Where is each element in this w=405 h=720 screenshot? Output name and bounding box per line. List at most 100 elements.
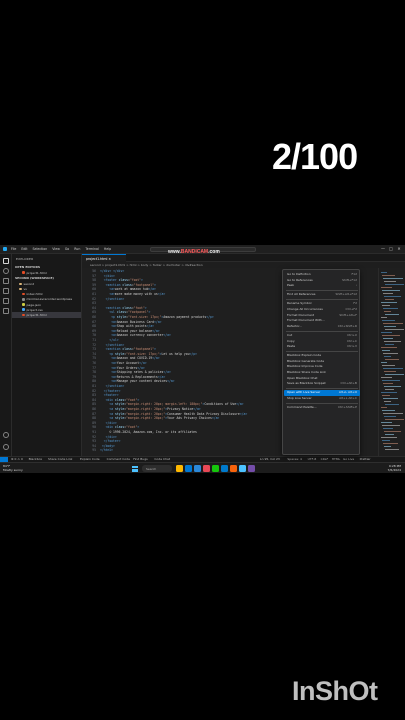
code-text: <a style="margin-right: 20px;">Your Ads … bbox=[109, 416, 220, 421]
code-text: <a>Your Account</a> bbox=[111, 361, 147, 365]
windows-start-icon[interactable] bbox=[132, 465, 138, 472]
code-text: <section class="footpanel"> bbox=[105, 347, 156, 352]
taskbar-app-icon[interactable] bbox=[203, 465, 210, 472]
minimap-line bbox=[381, 347, 397, 348]
context-item-find-all-references[interactable]: Find All References Shift+Alt+F12 bbox=[284, 292, 360, 298]
taskbar-app-icon[interactable] bbox=[194, 465, 201, 472]
activity-bar bbox=[0, 254, 12, 456]
video-counter: 2/100 bbox=[272, 136, 358, 177]
menu-help[interactable]: Help bbox=[104, 245, 111, 254]
minimap-line bbox=[385, 299, 394, 300]
menu-selection[interactable]: Selection bbox=[33, 245, 48, 254]
code-text: </body> bbox=[101, 443, 115, 448]
minimap-line bbox=[382, 425, 400, 426]
menu-file[interactable]: File bbox=[11, 245, 16, 254]
menu-terminal[interactable]: Terminal bbox=[85, 245, 98, 254]
minimap-line bbox=[381, 332, 392, 333]
taskbar-app-icon[interactable] bbox=[248, 465, 255, 472]
account-icon[interactable] bbox=[3, 432, 9, 438]
minimap-line bbox=[384, 371, 396, 372]
minimap-line bbox=[382, 395, 390, 396]
code-text: <ul class="footpanel"> bbox=[109, 310, 151, 315]
code-text: <a>more make money with us</a> bbox=[109, 292, 166, 296]
code-text: </ul> bbox=[109, 338, 119, 342]
minimap-line bbox=[382, 350, 390, 351]
minimap-line bbox=[383, 323, 403, 324]
context-item-label: Peek bbox=[287, 283, 295, 288]
minimap-line bbox=[383, 413, 403, 414]
taskbar-app-icon[interactable] bbox=[212, 465, 219, 472]
file-name: project1.html bbox=[26, 270, 47, 275]
context-item-save-as-blackbox-snippet[interactable]: Save as Blackbox Snippet Ctrl+Alt+B bbox=[284, 381, 360, 387]
code-text: </footer> bbox=[103, 439, 121, 444]
code-text: <a>Amazon currency converter</a> bbox=[111, 333, 171, 338]
code-text: <a>Manage your content devices</a> bbox=[111, 379, 175, 384]
context-item-shortcut: › bbox=[355, 283, 357, 288]
minimap-line bbox=[382, 305, 390, 306]
minimize-button[interactable]: — bbox=[380, 246, 386, 252]
minimap-line bbox=[384, 281, 396, 282]
code-text: <section class="foot"> bbox=[105, 305, 147, 310]
minimap[interactable] bbox=[378, 268, 405, 456]
taskbar-search[interactable]: Search bbox=[142, 465, 172, 472]
taskbar-app-icon[interactable] bbox=[221, 465, 228, 472]
minimap-line bbox=[384, 446, 391, 447]
weather-widget[interactable]: 84°F Mostly sunny bbox=[3, 464, 23, 472]
code-text: <a>Shop with points</a> bbox=[111, 324, 155, 329]
blackbox-icon[interactable] bbox=[3, 308, 9, 314]
extensions-icon[interactable] bbox=[3, 298, 9, 304]
context-item-command-palette[interactable]: Command Palette... Ctrl+Shift+P bbox=[284, 405, 360, 411]
close-button[interactable]: ✕ bbox=[396, 246, 402, 252]
context-item-paste[interactable]: Paste Ctrl+V bbox=[284, 344, 360, 350]
menu-bar: File Edit Selection View Go Run Terminal Help bbox=[11, 245, 116, 254]
menu-go[interactable]: Go bbox=[65, 245, 69, 254]
code-text: </div> </div> bbox=[100, 269, 125, 273]
taskbar-app-icon[interactable] bbox=[176, 465, 183, 472]
explorer-icon[interactable] bbox=[3, 258, 9, 264]
taskbar-app-icon[interactable] bbox=[239, 465, 246, 472]
taskbar-app-icon[interactable] bbox=[230, 465, 237, 472]
menu-view[interactable]: View bbox=[52, 245, 60, 254]
code-text: <footer class="foot"> bbox=[103, 278, 143, 283]
code-text: </div> bbox=[103, 273, 115, 278]
maximize-button[interactable]: □ bbox=[388, 246, 394, 252]
file-item[interactable]: project1.html bbox=[12, 312, 81, 318]
minimap-line bbox=[383, 443, 398, 444]
source-control-icon[interactable] bbox=[3, 278, 9, 284]
code-text: <a>Shipping rates & policies</a> bbox=[111, 370, 171, 375]
minimap-line bbox=[381, 392, 397, 393]
minimap-line bbox=[384, 356, 391, 357]
context-item-peek[interactable]: Peek › bbox=[284, 283, 360, 289]
app-logo-icon bbox=[3, 247, 7, 251]
minimap-line bbox=[382, 275, 395, 276]
code-text: <div class="foot"> bbox=[105, 397, 140, 402]
minimap-line bbox=[385, 344, 394, 345]
explorer-sidebar: EXPLORER OPEN EDITORS project1.html SECO… bbox=[12, 254, 82, 456]
minimap-line bbox=[382, 365, 395, 366]
search-icon[interactable] bbox=[3, 268, 9, 274]
context-item-shortcut: Ctrl+Alt+B bbox=[340, 381, 358, 386]
minimap-line bbox=[383, 398, 398, 399]
menu-run[interactable]: Run bbox=[74, 245, 80, 254]
code-text: </section> bbox=[105, 384, 125, 388]
tab-project1-html[interactable]: project1.html × bbox=[82, 254, 126, 262]
minimap-line bbox=[385, 329, 404, 330]
menu-edit[interactable]: Edit bbox=[21, 245, 27, 254]
menu-separator bbox=[286, 330, 358, 332]
minimap-line bbox=[384, 326, 396, 327]
code-text: </div> bbox=[105, 434, 117, 439]
minimap-line bbox=[385, 449, 399, 450]
minimap-line bbox=[382, 290, 400, 291]
taskbar-clock[interactable]: 9:28 PM 7/6/2024 bbox=[388, 464, 401, 472]
recorder-watermark: www.BANDICAM.com bbox=[168, 249, 220, 255]
minimap-line bbox=[381, 317, 387, 318]
context-item-stop-live-server[interactable]: Stop Live Server Alt+L Alt+C bbox=[284, 396, 360, 402]
context-item-refactor[interactable]: Refactor... Ctrl+Shift+R bbox=[284, 324, 360, 330]
menu-separator bbox=[286, 290, 358, 292]
settings-gear-icon[interactable] bbox=[3, 444, 9, 450]
file-type-icon bbox=[22, 313, 25, 317]
taskbar-app-icon[interactable] bbox=[185, 465, 192, 472]
minimap-line bbox=[384, 401, 391, 402]
folder-icon bbox=[19, 282, 22, 286]
run-debug-icon[interactable] bbox=[3, 288, 9, 294]
